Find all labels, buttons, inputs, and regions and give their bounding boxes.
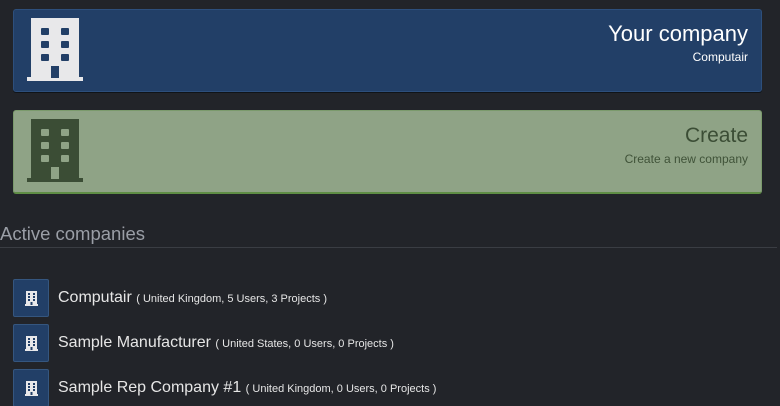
company-link[interactable]: Sample Manufacturer ( United States, 0 U… — [58, 334, 394, 352]
building-icon — [27, 117, 85, 183]
create-title: Create — [684, 124, 748, 147]
your-company-title: Your company — [608, 21, 748, 46]
company-name[interactable]: Sample Manufacturer — [58, 334, 211, 351]
company-meta: ( United States, 0 Users, 0 Projects ) — [215, 338, 394, 350]
company-meta: ( United Kingdom, 5 Users, 3 Projects ) — [136, 293, 328, 305]
company-link[interactable]: Sample Rep Company #1 ( United Kingdom, … — [58, 379, 436, 397]
active-companies-heading: Active companies — [0, 223, 777, 248]
create-company-card[interactable]: Create Create a new company — [13, 110, 762, 194]
company-meta: ( United Kingdom, 0 Users, 0 Projects ) — [245, 383, 437, 395]
your-company-text: Your company Computair — [608, 21, 748, 64]
company-building-icon[interactable] — [13, 369, 49, 406]
company-link[interactable]: Computair ( United Kingdom, 5 Users, 3 P… — [58, 289, 327, 307]
company-name[interactable]: Computair — [58, 289, 132, 306]
company-name[interactable]: Sample Rep Company #1 — [58, 379, 241, 396]
create-company-text: Create Create a new company — [625, 123, 748, 166]
company-building-icon[interactable] — [13, 324, 49, 362]
company-building-icon[interactable] — [13, 279, 49, 317]
create-subtitle: Create a new company — [624, 152, 748, 166]
page: Your company Computair Create Create a n… — [0, 0, 780, 406]
your-company-name: Computair — [692, 50, 748, 64]
your-company-card[interactable]: Your company Computair — [13, 9, 762, 92]
building-icon — [27, 16, 85, 82]
